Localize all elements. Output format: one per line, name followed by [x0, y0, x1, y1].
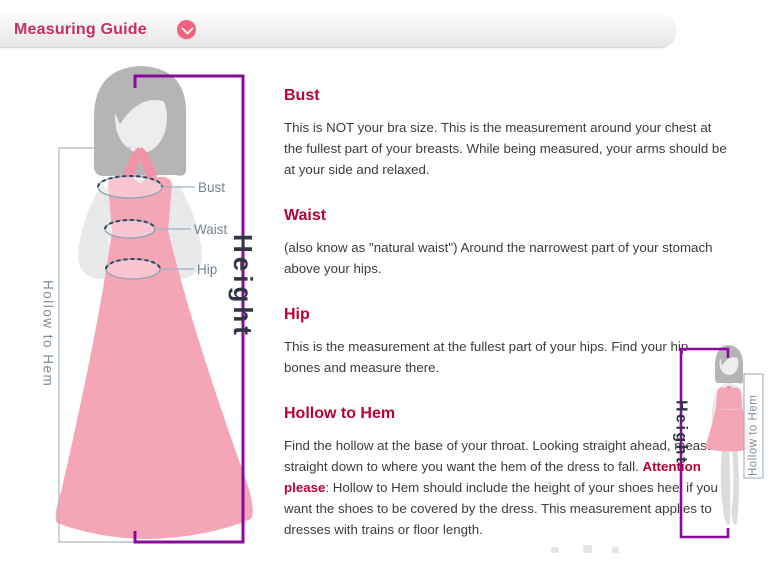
dress-skirt-shape: [56, 230, 253, 539]
waist-label: Waist: [194, 222, 227, 237]
small-right-leg: [731, 447, 739, 525]
small-hollow-to-hem-box: Hollow to Hem: [744, 374, 763, 478]
measurement-info-column: Bust This is NOT your bra size. This is …: [284, 87, 727, 567]
hip-description: This is the measurement at the fullest p…: [284, 336, 727, 378]
hip-heading: Hip: [284, 306, 727, 323]
hollow-to-hem-heading: Hollow to Hem: [284, 405, 727, 422]
collapse-toggle-button[interactable]: [177, 20, 196, 39]
chevron-down-icon: [181, 22, 194, 35]
bust-heading: Bust: [284, 87, 727, 104]
bust-description: This is NOT your bra size. This is the m…: [284, 117, 727, 180]
waist-heading: Waist: [284, 207, 727, 224]
waist-measure-ellipse: [105, 220, 155, 238]
cutoff-artifact: [612, 547, 619, 553]
height-label: Height: [228, 234, 258, 339]
cutoff-artifact: [551, 547, 559, 553]
section-bust: Bust This is NOT your bra size. This is …: [284, 87, 727, 180]
waist-description: (also know as "natural waist") Around th…: [284, 237, 727, 279]
section-waist: Waist (also know as "natural waist") Aro…: [284, 207, 727, 279]
cutoff-artifact: [583, 545, 592, 553]
hollow-to-hem-label: Hollow to Hem: [41, 280, 56, 387]
measuring-diagram-large: Bust Waist Hip Hollow to Hem Height: [40, 62, 270, 551]
small-hollow-to-hem-label: Hollow to Hem: [748, 395, 760, 476]
small-left-leg: [721, 447, 731, 525]
bust-label: Bust: [198, 180, 225, 195]
measuring-diagram-small: Hollow to Hem Height: [668, 340, 778, 553]
hollow-to-hem-description: Find the hollow at the base of your thro…: [284, 435, 727, 540]
small-height-label: Height: [673, 400, 690, 465]
hip-measure-ellipse: [106, 259, 160, 279]
hip-label: Hip: [197, 262, 217, 277]
section-hollow-to-hem: Hollow to Hem Find the hollow at the bas…: [284, 405, 727, 540]
attention-text: : Hollow to Hem should include the heigh…: [284, 480, 718, 537]
measuring-guide-header-bar: Measuring Guide: [0, 13, 676, 48]
page-title: Measuring Guide: [14, 21, 147, 39]
bust-measure-ellipse: [98, 176, 162, 198]
section-hip: Hip This is the measurement at the fulle…: [284, 306, 727, 378]
